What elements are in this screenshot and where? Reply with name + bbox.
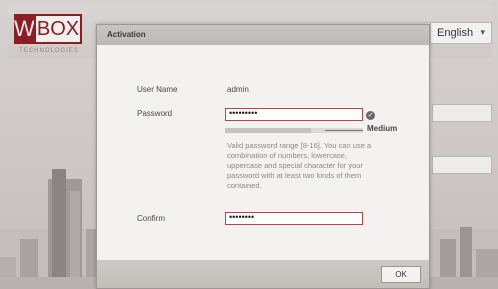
logo-subtitle: TECHNOLOGIES (19, 48, 79, 54)
background-username-field[interactable] (432, 104, 492, 122)
dialog-title: Activation (97, 25, 429, 45)
brand-logo: W BOX TECHNOLOGIES (14, 14, 84, 64)
ok-button[interactable]: OK (381, 266, 421, 283)
password-hint: Valid password range [8-16]. You can use… (227, 141, 372, 190)
password-input[interactable]: ••••••••• (225, 108, 363, 121)
logo-box: W BOX (14, 14, 84, 44)
user-name-value: admin (227, 85, 249, 94)
password-strength-label: Medium (367, 124, 398, 133)
logo-word: BOX (34, 14, 82, 44)
check-icon: ✓ (366, 111, 375, 120)
strength-indicator-line (325, 130, 363, 131)
dialog-footer: OK (97, 260, 429, 288)
confirm-label: Confirm (137, 214, 166, 223)
logo-mark: W (14, 14, 35, 44)
language-select[interactable]: English ▾ (430, 22, 492, 44)
activation-dialog: Activation User Name admin Password ••••… (96, 24, 430, 289)
user-name-label: User Name (137, 85, 178, 94)
password-strength-fill (225, 128, 311, 133)
language-value: English (437, 27, 474, 39)
chevron-down-icon: ▾ (480, 27, 485, 37)
password-label: Password (137, 109, 173, 118)
confirm-password-input[interactable]: •••••••• (225, 212, 363, 225)
